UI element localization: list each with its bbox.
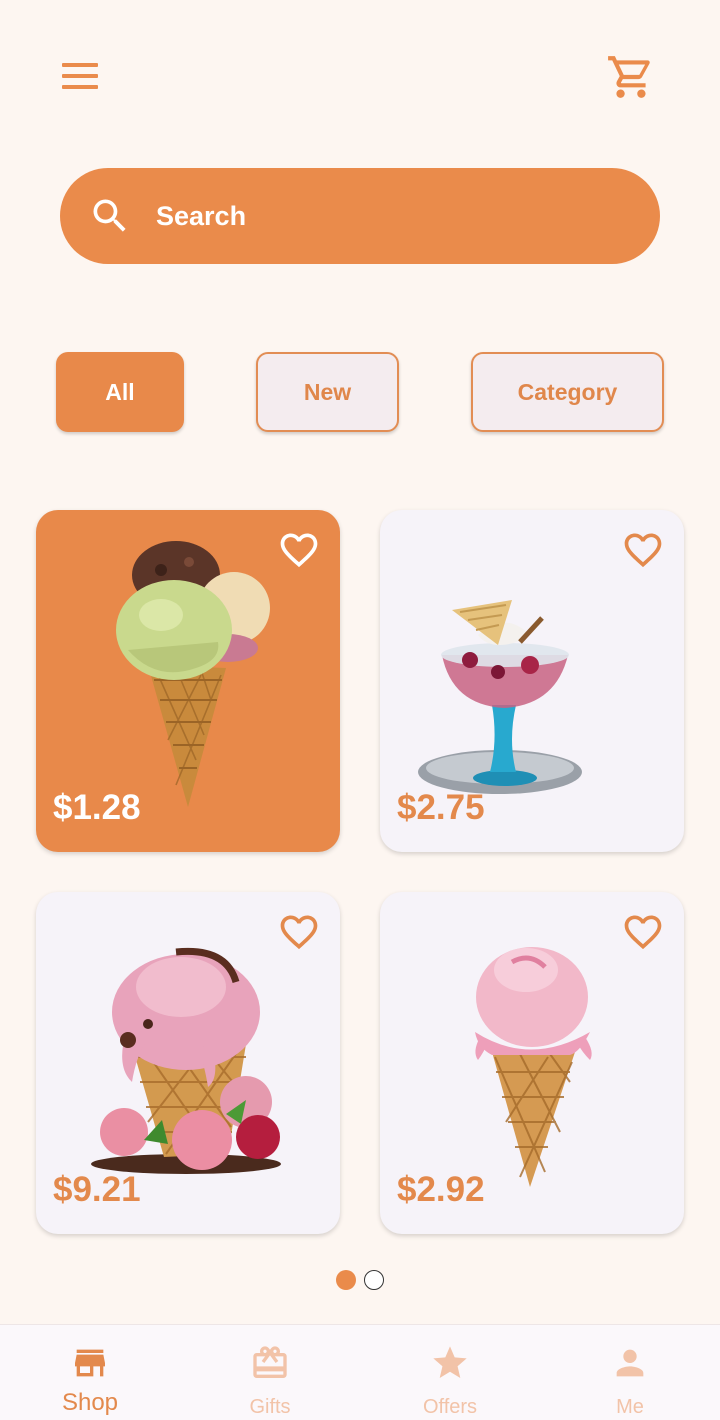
nav-item-gifts[interactable]: Gifts	[210, 1325, 330, 1420]
product-card[interactable]: $9.21	[36, 892, 340, 1234]
product-price: $2.75	[397, 788, 485, 827]
nav-item-offers[interactable]: Offers	[390, 1325, 510, 1420]
search-bar[interactable]	[60, 168, 660, 264]
product-price: $9.21	[53, 1170, 141, 1209]
product-card[interactable]: $2.75	[380, 510, 684, 852]
search-input[interactable]	[156, 190, 626, 242]
page-indicator-dot[interactable]	[364, 1270, 384, 1290]
page-indicator-dot-active[interactable]	[336, 1270, 356, 1290]
bottom-navigation: Shop Gifts Offers Me	[0, 1324, 720, 1420]
heart-outline-icon[interactable]	[620, 528, 666, 572]
search-icon	[88, 194, 132, 238]
nav-label: Gifts	[249, 1396, 291, 1418]
star-icon	[430, 1343, 470, 1383]
gift-icon	[250, 1343, 290, 1383]
shopping-cart-icon[interactable]	[606, 52, 656, 102]
product-price: $2.92	[397, 1170, 485, 1209]
product-card[interactable]: $1.28	[36, 510, 340, 852]
nav-label: Offers	[422, 1396, 478, 1418]
shop-screen: All New Category $1.28	[0, 0, 720, 1420]
product-price: $1.28	[53, 788, 141, 827]
store-icon	[70, 1343, 110, 1383]
filter-new-button[interactable]: New	[256, 352, 399, 432]
nav-label: Me	[616, 1396, 644, 1418]
filter-category-button[interactable]: Category	[471, 352, 664, 432]
person-icon	[610, 1343, 650, 1383]
nav-item-shop[interactable]: Shop	[30, 1325, 150, 1420]
heart-outline-icon[interactable]	[620, 910, 666, 954]
nav-label: Shop	[61, 1389, 119, 1416]
heart-outline-icon[interactable]	[276, 910, 322, 954]
heart-outline-icon[interactable]	[276, 528, 322, 572]
product-card[interactable]: $2.92	[380, 892, 684, 1234]
hamburger-menu-icon[interactable]	[56, 56, 104, 96]
filter-all-button[interactable]: All	[56, 352, 184, 432]
nav-item-me[interactable]: Me	[570, 1325, 690, 1420]
